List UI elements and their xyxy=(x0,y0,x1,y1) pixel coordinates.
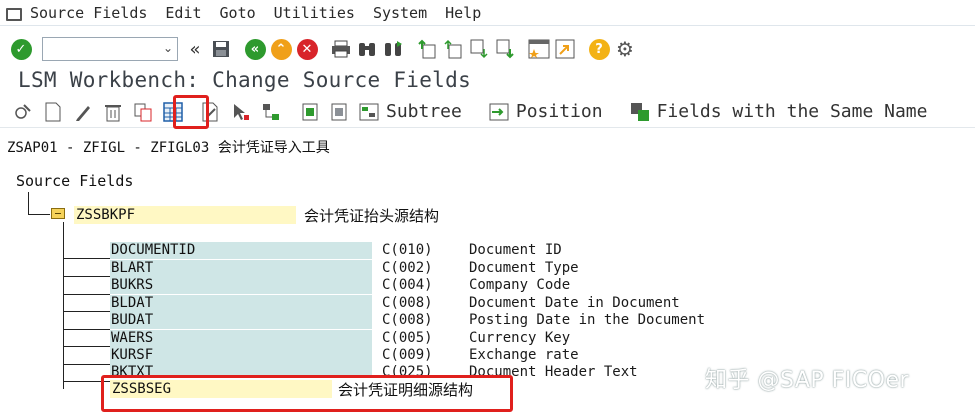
field-type: C(002) xyxy=(382,260,433,276)
exit-icon[interactable]: ⌃ xyxy=(270,38,292,60)
system-toolbar: ✓ ⌄ « « ⌃ ✕ ? ⚙ xyxy=(0,30,975,68)
highlight-box xyxy=(101,375,513,412)
print-icon[interactable] xyxy=(330,38,352,60)
command-field[interactable]: ⌄ xyxy=(42,37,178,61)
subtree-icon xyxy=(358,101,380,123)
field-type: C(008) xyxy=(382,312,433,328)
display-change-icon[interactable] xyxy=(12,101,34,123)
expand-icon[interactable] xyxy=(298,101,320,123)
tree-line xyxy=(63,311,110,312)
create-icon[interactable] xyxy=(42,101,64,123)
header-structure-name[interactable]: ZSSBKPF xyxy=(74,206,296,224)
cancel-icon[interactable]: ✕ xyxy=(296,38,318,60)
field-type: C(005) xyxy=(382,330,433,346)
collapse-icon[interactable] xyxy=(328,101,350,123)
find-next-icon[interactable] xyxy=(382,38,404,60)
settings-icon[interactable]: ⚙ xyxy=(614,37,636,61)
field-description: Currency Key xyxy=(469,330,571,346)
same-name-fields-button[interactable]: Fields with the Same Name xyxy=(629,101,928,123)
tree-line xyxy=(63,346,110,347)
field-name[interactable]: BLDAT xyxy=(110,295,372,312)
field-type: C(008) xyxy=(382,295,433,311)
position-icon xyxy=(488,101,510,123)
save-icon[interactable] xyxy=(210,38,232,60)
enter-icon[interactable]: ✓ xyxy=(10,38,32,60)
watermark-text: 知乎 @SAP FICOer xyxy=(705,368,910,393)
next-page-icon[interactable] xyxy=(468,38,490,60)
delete-icon[interactable] xyxy=(102,101,124,123)
last-page-icon[interactable] xyxy=(494,38,516,60)
application-toolbar: Subtree Position Fields with the Same Na… xyxy=(0,96,975,128)
header-structure-description: 会计凭证抬头源结构 xyxy=(304,207,440,225)
field-description: Company Code xyxy=(469,277,571,293)
field-name[interactable]: BUKRS xyxy=(110,277,372,294)
field-description: Exchange rate xyxy=(469,347,579,363)
tree-line xyxy=(63,364,110,365)
subtree-button[interactable]: Subtree xyxy=(358,101,462,123)
menu-source-fields[interactable]: Source Fields xyxy=(30,4,147,22)
tree-line xyxy=(28,192,29,215)
copy-icon[interactable] xyxy=(132,101,154,123)
tree-line xyxy=(63,276,110,277)
page-title: LSM Workbench: Change Source Fields xyxy=(18,68,472,92)
highlight-box xyxy=(173,95,209,129)
chevron-down-icon[interactable]: ⌄ xyxy=(163,41,173,55)
menu-utilities[interactable]: Utilities xyxy=(274,4,355,22)
field-name[interactable]: BLART xyxy=(110,260,372,277)
select-icon[interactable] xyxy=(230,101,252,123)
previous-page-icon[interactable] xyxy=(442,38,464,60)
field-type: C(004) xyxy=(382,277,433,293)
structure-expanded-icon[interactable] xyxy=(51,208,65,219)
field-description: Document Type xyxy=(469,260,579,276)
field-name[interactable]: KURSF xyxy=(110,347,372,364)
create-session-icon[interactable] xyxy=(528,38,550,60)
object-path: ZSAP01 - ZFIGL - ZFIGL03 会计凭证导入工具 xyxy=(7,140,330,156)
field-name[interactable]: DOCUMENTID xyxy=(110,242,372,259)
field-type: C(009) xyxy=(382,347,433,363)
back-icon[interactable]: « xyxy=(244,38,266,60)
tree-line xyxy=(63,329,110,330)
tree-line xyxy=(63,294,110,295)
first-entry-icon[interactable]: « xyxy=(184,38,206,60)
field-description: Document Date in Document xyxy=(469,295,680,311)
subtree-label: Subtree xyxy=(386,101,462,122)
field-name[interactable]: WAERS xyxy=(110,330,372,347)
menu-icon[interactable] xyxy=(6,7,22,21)
field-description: Document ID xyxy=(469,242,562,258)
tree-line xyxy=(63,258,110,259)
find-icon[interactable] xyxy=(356,38,378,60)
same-name-label: Fields with the Same Name xyxy=(656,101,928,122)
menu-goto[interactable]: Goto xyxy=(220,4,256,22)
first-page-icon[interactable] xyxy=(416,38,438,60)
hierarchy-icon[interactable] xyxy=(260,101,282,123)
field-description: Posting Date in the Document xyxy=(469,312,706,328)
menu-system[interactable]: System xyxy=(373,4,427,22)
menu-bar: Source Fields Edit Goto Utilities System… xyxy=(0,0,975,26)
same-name-icon xyxy=(629,101,651,123)
change-icon[interactable] xyxy=(72,101,94,123)
position-label: Position xyxy=(515,101,603,122)
tree-root-label: Source Fields xyxy=(16,172,134,190)
field-type: C(010) xyxy=(382,242,433,258)
menu-help[interactable]: Help xyxy=(445,4,481,22)
menu-edit[interactable]: Edit xyxy=(165,4,201,22)
help-icon[interactable]: ? xyxy=(588,38,610,60)
shortcut-icon[interactable] xyxy=(554,38,576,60)
position-button[interactable]: Position xyxy=(488,101,603,123)
tree-line xyxy=(28,214,50,215)
field-name[interactable]: BUDAT xyxy=(110,312,372,329)
